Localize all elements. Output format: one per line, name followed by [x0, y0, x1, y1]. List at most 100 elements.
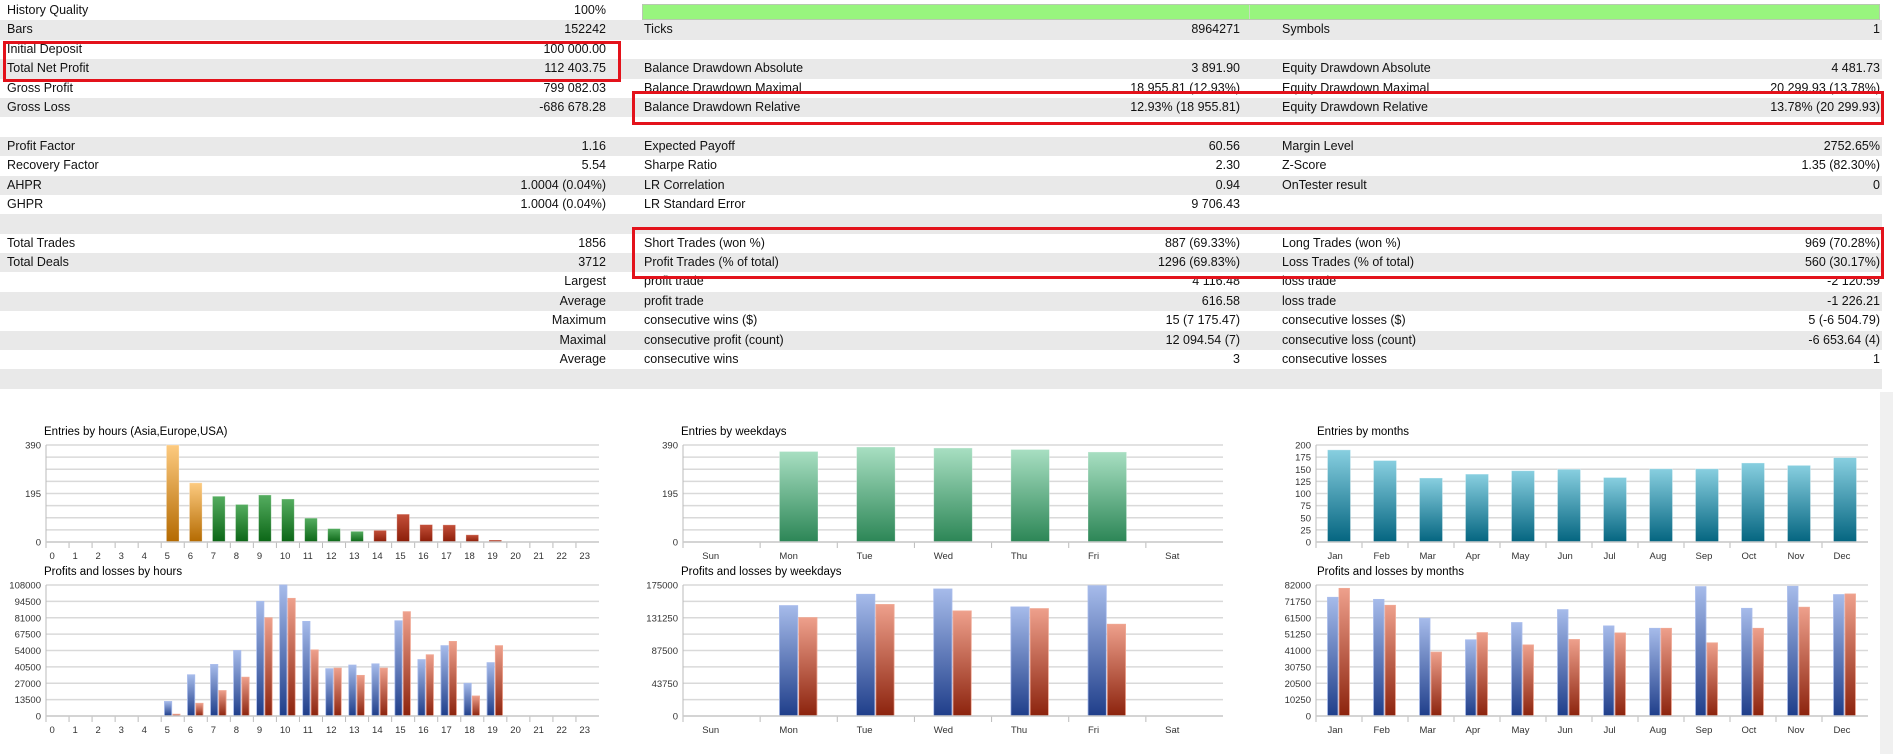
entries-bar — [396, 513, 410, 543]
entries-bar — [419, 524, 433, 543]
x-tick-label: 18 — [464, 551, 475, 562]
x-tick-label: Sun — [702, 725, 719, 736]
entries-bar — [856, 446, 896, 543]
x-tick-label: 21 — [533, 725, 544, 736]
y-tick-label: 0 — [1306, 712, 1311, 723]
y-tick-label: 0 — [1306, 538, 1311, 549]
loss-bar — [1476, 632, 1488, 717]
x-tick-label: 9 — [257, 551, 262, 562]
x-tick-label: Fri — [1088, 725, 1099, 736]
y-tick-label: 390 — [662, 441, 678, 452]
profit-bar — [463, 682, 472, 717]
y-tick-label: 81000 — [15, 613, 41, 624]
y-tick-label: 0 — [673, 538, 678, 549]
y-tick-label: 51250 — [1285, 630, 1311, 641]
y-tick-label: 87500 — [652, 646, 678, 657]
x-tick-label: 13 — [349, 551, 360, 562]
x-tick-label: Sat — [1165, 725, 1180, 736]
x-tick-label: 12 — [326, 551, 337, 562]
profit-bar — [1695, 586, 1707, 717]
x-tick-label: 12 — [326, 725, 337, 736]
profit-bar — [440, 645, 449, 717]
entries-bar — [1373, 460, 1397, 543]
x-tick-label: 11 — [303, 551, 313, 562]
x-tick-label: 8 — [234, 551, 239, 562]
profit-bar — [233, 650, 242, 717]
y-tick-label: 13500 — [15, 695, 41, 706]
profit-bar — [187, 674, 196, 717]
x-tick-label: 10 — [280, 725, 291, 736]
loss-bar — [310, 649, 319, 717]
entries-bar — [442, 524, 456, 543]
x-tick-label: Oct — [1742, 725, 1757, 736]
y-tick-label: 175000 — [646, 581, 678, 592]
x-tick-label: 4 — [142, 551, 147, 562]
x-tick-label: Oct — [1742, 551, 1757, 562]
x-tick-label: 18 — [464, 725, 475, 736]
y-tick-label: 61500 — [1285, 613, 1311, 624]
entries-bar — [258, 494, 272, 543]
entries-bar — [1511, 470, 1535, 543]
entries-bar — [1649, 468, 1673, 543]
x-tick-label: 9 — [257, 725, 262, 736]
profit-bar — [1603, 625, 1615, 717]
loss-bar — [195, 702, 204, 717]
loss-bar — [218, 690, 227, 717]
entries-bar — [212, 495, 226, 543]
loss-bar — [494, 645, 504, 717]
x-tick-label: 11 — [303, 725, 313, 736]
chart-title: Profits and losses by weekdays — [681, 566, 842, 578]
profit-bar — [1833, 594, 1845, 717]
y-tick-label: 200 — [1295, 441, 1311, 452]
entries-bar — [1557, 468, 1581, 543]
loss-bar — [379, 667, 388, 717]
x-tick-label: 0 — [49, 725, 54, 736]
x-tick-label: Thu — [1011, 725, 1027, 736]
profit-bar — [1373, 598, 1385, 717]
x-tick-label: 14 — [372, 725, 383, 736]
profit-bar — [486, 662, 495, 717]
entries-bar — [1833, 457, 1857, 543]
x-tick-label: Feb — [1374, 725, 1390, 736]
x-tick-label: Mon — [779, 725, 797, 736]
x-tick-label: Aug — [1650, 551, 1667, 562]
profit-bar — [1087, 585, 1107, 717]
x-tick-label: 22 — [556, 725, 567, 736]
loss-bar — [402, 611, 411, 717]
loss-bar — [798, 617, 818, 717]
x-tick-label: 1 — [72, 725, 77, 736]
y-tick-label: 82000 — [1285, 581, 1311, 592]
loss-bar — [287, 597, 296, 717]
x-tick-label: 5 — [165, 725, 170, 736]
x-tick-label: Mar — [1420, 725, 1436, 736]
loss-bar — [952, 610, 972, 717]
loss-bar — [264, 617, 273, 717]
entries-bar — [1787, 464, 1811, 543]
chart-title: Entries by hours (Asia,Europe,USA) — [44, 426, 228, 438]
x-tick-label: 7 — [211, 725, 216, 736]
profit-bar — [279, 584, 288, 717]
x-tick-label: 19 — [487, 725, 498, 736]
entries-bar — [165, 444, 180, 543]
profit-bar — [933, 588, 953, 717]
x-tick-label: Nov — [1788, 725, 1805, 736]
loss-bar — [471, 695, 480, 717]
x-tick-label: Mon — [779, 551, 797, 562]
profit-bar — [1649, 627, 1661, 717]
x-tick-label: Sep — [1696, 551, 1713, 562]
x-tick-label: Jun — [1558, 551, 1573, 562]
profit-bar — [1419, 617, 1431, 717]
x-tick-label: 8 — [234, 725, 239, 736]
profit-bar — [164, 701, 173, 717]
y-tick-label: 100 — [1295, 489, 1311, 500]
x-tick-label: 20 — [510, 725, 521, 736]
x-tick-label: Wed — [934, 551, 953, 562]
entries-bar — [1327, 449, 1351, 543]
loss-bar — [1338, 587, 1350, 717]
x-tick-label: 1 — [72, 551, 77, 562]
x-tick-label: 6 — [188, 551, 193, 562]
entries-bar — [1419, 477, 1443, 543]
x-tick-label: 22 — [556, 551, 567, 562]
y-tick-label: 195 — [25, 489, 41, 500]
x-tick-label: 16 — [418, 725, 429, 736]
